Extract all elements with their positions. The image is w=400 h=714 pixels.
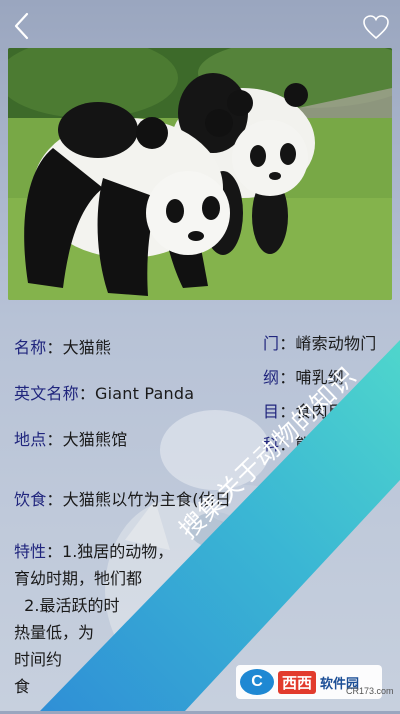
info-key: 纲 (263, 368, 280, 387)
info-row-order: 目：食肉目 (263, 398, 344, 422)
info-separator: ： (46, 542, 63, 561)
traits-line: 热量低，为 (14, 623, 95, 642)
info-row-family: 科：熊 (263, 431, 312, 455)
traits-text: 1.独居的动物， (62, 542, 174, 561)
info-value: 嵴索动物门 (295, 334, 377, 353)
traits-line: 特性：1.独居的动物， (14, 538, 374, 565)
info-row-phylum: 门：嵴索动物门 (263, 330, 376, 354)
info-value: 大猫熊以竹为主食(估日 (62, 490, 232, 509)
info-key: 名称 (14, 338, 47, 357)
info-value: 大猫熊馆 (62, 430, 128, 449)
info-value: Giant Panda (95, 384, 195, 403)
info-value: 熊 (295, 435, 312, 454)
info-row-name: 名称：大猫熊 (14, 334, 111, 358)
info-separator: ： (279, 435, 296, 454)
info-row-english-name: 英文名称：Giant Panda (14, 380, 194, 404)
info-key: 英文名称 (14, 384, 79, 403)
info-separator: ： (279, 402, 296, 421)
info-row-diet: 饮食：大猫熊以竹为主食(估日 (14, 486, 231, 510)
favorite-button[interactable] (362, 14, 390, 40)
info-key: 特性 (14, 542, 47, 561)
info-key: 饮食 (14, 490, 47, 509)
info-separator: ： (46, 338, 63, 357)
info-key: 地点 (14, 430, 47, 449)
chevron-left-icon (14, 12, 29, 40)
traits-line: 育幼时期，牠们都 (14, 569, 143, 588)
info-row-class: 纲：哺乳纲 (263, 364, 344, 388)
info-separator: ： (46, 490, 63, 509)
info-value: 大猫熊 (62, 338, 112, 357)
info-separator: ： (46, 430, 63, 449)
info-row-location: 地点：大猫熊馆 (14, 426, 127, 450)
top-bar (0, 0, 400, 50)
traits-line: 2.最活跃的时 (14, 596, 120, 615)
info-separator: ： (279, 368, 296, 387)
heart-outline-icon (363, 15, 389, 40)
info-key: 目 (263, 402, 280, 421)
info-separator: ： (78, 384, 96, 403)
info-separator: ： (279, 334, 296, 353)
site-watermark: C 西西 软件园 CR173.com (236, 665, 394, 699)
info-value: 哺乳纲 (295, 368, 345, 387)
info-key: 科 (263, 435, 280, 454)
animal-detail-screen: 名称：大猫熊 英文名称：Giant Panda 地点：大猫熊馆 饮食：大猫熊以竹… (0, 0, 400, 711)
watermark-brand: 西西 (278, 670, 317, 694)
info-value: 食肉目 (295, 402, 345, 421)
back-button[interactable] (8, 10, 36, 42)
animal-photo (8, 48, 392, 300)
watermark-logo-icon: C (240, 669, 274, 695)
info-key: 门 (263, 334, 280, 353)
watermark-domain: CR173.com (346, 686, 394, 696)
